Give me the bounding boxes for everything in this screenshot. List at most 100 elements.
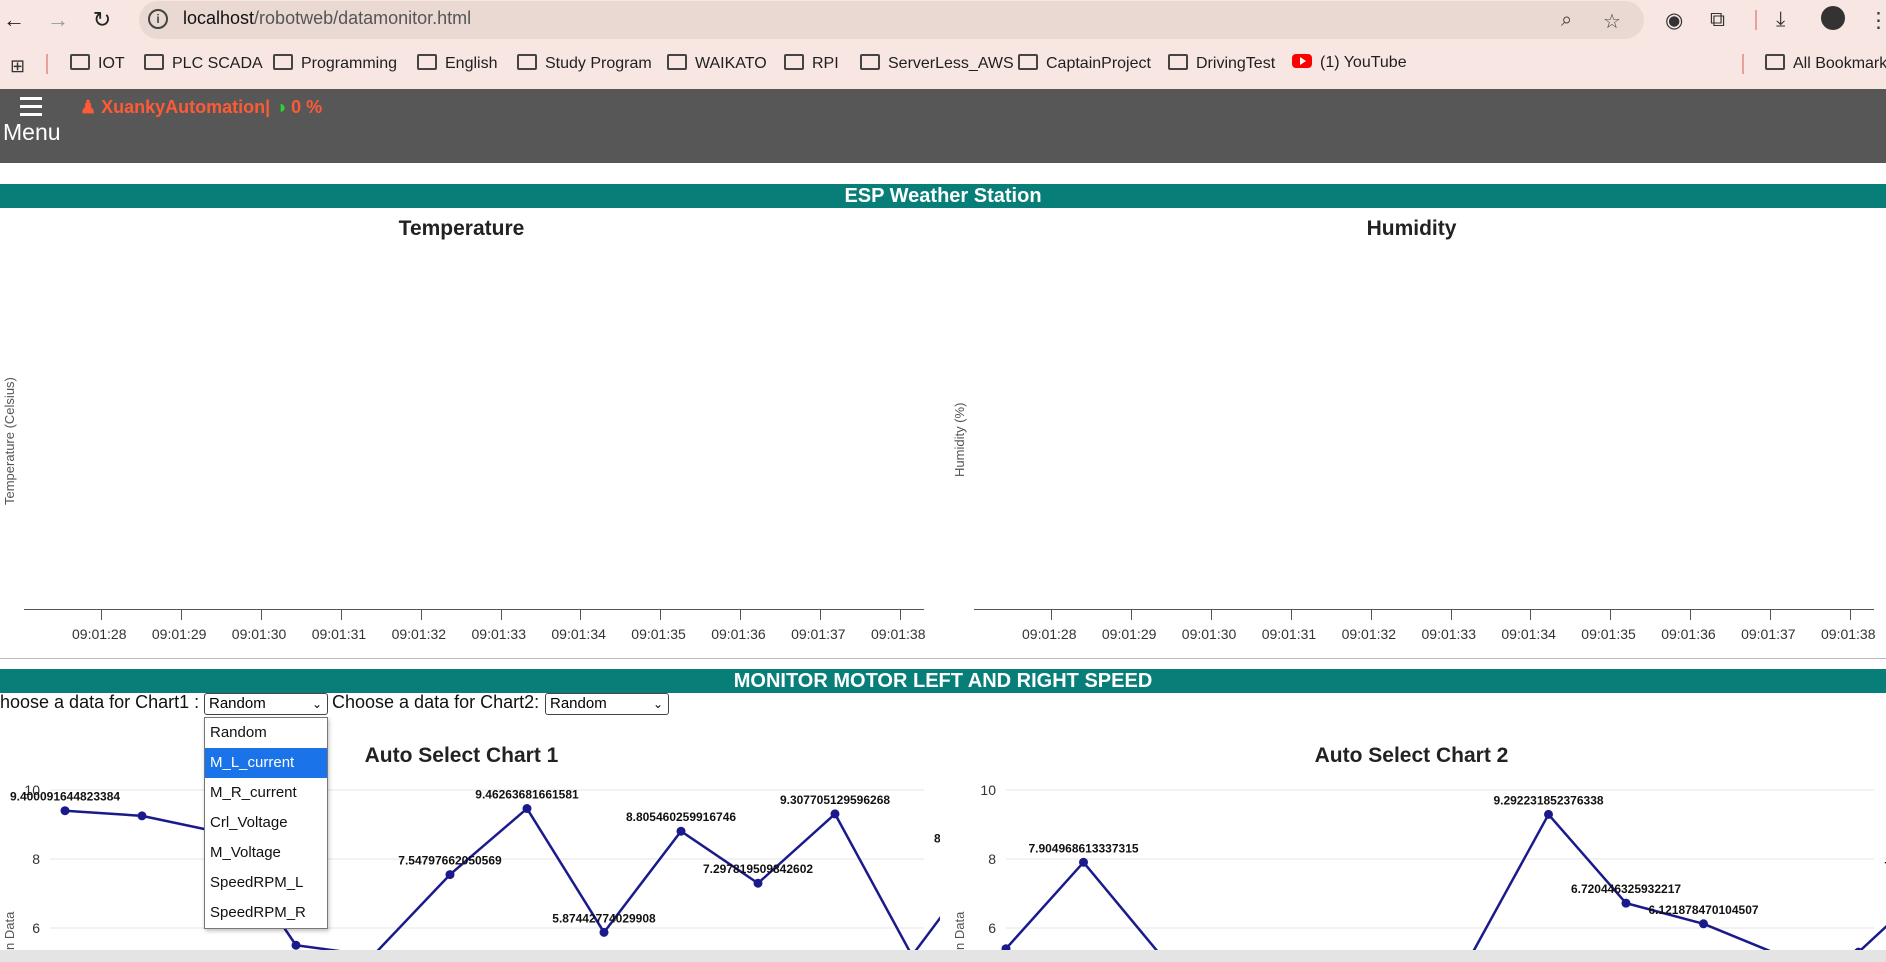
profile-avatar[interactable] xyxy=(1821,6,1845,30)
option-crl-voltage[interactable]: Crl_Voltage xyxy=(205,808,327,838)
humidity-tick-mark xyxy=(1290,610,1292,620)
temperature-tick-label: 09:01:28 xyxy=(72,626,127,642)
download-icon[interactable]: ⤓ xyxy=(1776,8,1785,32)
humidity-tick-label: 09:01:38 xyxy=(1821,626,1876,642)
data-label: 8.805460259916746 xyxy=(626,810,736,824)
chart1-select[interactable]: Random ⌄ xyxy=(204,693,328,715)
option-random[interactable]: Random xyxy=(205,718,327,748)
option-m-r-current[interactable]: M_R_current xyxy=(205,778,327,808)
more-menu-icon[interactable]: ⋮ xyxy=(1868,8,1886,33)
data-label: 5.87442774029908 xyxy=(552,911,656,925)
temperature-tick-mark xyxy=(500,610,502,620)
menu-label[interactable]: Menu xyxy=(3,119,61,146)
url-text[interactable]: localhost/robotweb/datamonitor.html xyxy=(183,8,471,29)
temperature-tick-label: 09:01:36 xyxy=(711,626,766,642)
humidity-tick-mark xyxy=(1770,610,1772,620)
data-label: 9.307705129596268 xyxy=(780,793,890,807)
bookmark-programming[interactable]: Programming xyxy=(273,54,397,76)
hamburger-icon[interactable] xyxy=(20,97,42,121)
humidity-tick-label: 09:01:28 xyxy=(1022,626,1077,642)
data-point xyxy=(60,806,70,816)
chart1-title: Auto Select Chart 1 xyxy=(364,744,559,767)
youtube-icon xyxy=(1292,54,1312,68)
chart2-plot: 10 8 6 7.904968613337315 9.292231852376338 6.… xyxy=(980,782,1886,955)
bookmark-waikato[interactable]: WAIKATO xyxy=(667,54,767,76)
zoom-icon[interactable]: ⌕ xyxy=(1561,9,1572,32)
bookmark-english[interactable]: English xyxy=(417,54,497,76)
humidity-tick-mark xyxy=(1130,610,1132,620)
temperature-tick-label: 09:01:37 xyxy=(791,626,846,642)
extensions-puzzle-icon[interactable]: ⧉ xyxy=(1710,8,1725,32)
y-tick-label: 6 xyxy=(988,920,996,936)
data-point xyxy=(1544,809,1553,819)
chart1-select-value: Random xyxy=(209,695,266,712)
folder-icon xyxy=(1018,54,1038,70)
chart1-select-label: hoose a data for Chart1 : xyxy=(0,692,200,712)
data-label: 6.121878470104507 xyxy=(1648,903,1758,917)
temperature-tick-label: 09:01:34 xyxy=(551,626,606,642)
folder-icon xyxy=(667,54,687,70)
all-bookmarks[interactable]: All Bookmarks xyxy=(1765,54,1886,76)
option-speedrpm-r[interactable]: SpeedRPM_R xyxy=(205,898,327,928)
humidity-tick-label: 09:01:33 xyxy=(1421,626,1477,642)
option-m-voltage[interactable]: M_Voltage xyxy=(205,838,327,868)
bookmarks-divider xyxy=(1742,54,1744,74)
site-info-icon[interactable]: i xyxy=(148,9,168,29)
series-segment xyxy=(1082,861,1162,955)
humidity-tick-mark xyxy=(1690,610,1692,620)
bookmark-study-program[interactable]: Study Program xyxy=(517,54,652,76)
apps-grid-icon[interactable]: ⊞ xyxy=(10,56,25,77)
humidity-tick-mark xyxy=(1530,610,1532,620)
temperature-tick-mark xyxy=(900,610,901,620)
data-point xyxy=(830,809,840,819)
humidity-tick-mark xyxy=(1850,610,1851,620)
brand: ♟ XuankyAutomation| ◑ 0 % xyxy=(80,97,322,118)
bookmark-star-icon[interactable]: ☆ xyxy=(1603,9,1621,34)
humidity-tick-label: 09:01:36 xyxy=(1661,626,1716,642)
series-segment xyxy=(1005,861,1085,950)
series-segment xyxy=(64,809,143,818)
temperature-tick-mark xyxy=(420,610,422,620)
folder-icon xyxy=(417,54,437,70)
temperature-tick-label: 09:01:29 xyxy=(151,626,207,642)
series-segment xyxy=(910,916,940,955)
horizontal-scrollbar[interactable] xyxy=(0,950,1886,962)
data-label: 7.297819509842602 xyxy=(703,862,813,876)
extension-icon[interactable]: ◉ xyxy=(1665,8,1683,33)
bookmark-plc-scada[interactable]: PLC SCADA xyxy=(144,54,263,76)
back-icon[interactable]: ← xyxy=(0,6,28,34)
bookmark-youtube[interactable]: (1) YouTube xyxy=(1292,54,1407,76)
data-label: 9.400091644823384 xyxy=(10,790,120,804)
humidity-chart-title: Humidity xyxy=(1366,217,1457,240)
data-label: 8.181357573523903 xyxy=(934,832,940,846)
folder-icon xyxy=(273,54,293,70)
section-divider xyxy=(0,658,1886,659)
temperature-tick-label: 09:01:38 xyxy=(871,626,926,642)
bookmark-serverless-aws[interactable]: ServerLess_AWS xyxy=(860,54,1014,76)
forward-icon[interactable]: → xyxy=(44,6,72,34)
bookmark-captainproject[interactable]: CaptainProject xyxy=(1018,54,1151,76)
option-speedrpm-l[interactable]: SpeedRPM_L xyxy=(205,868,327,898)
reload-icon[interactable]: ↻ xyxy=(88,6,116,34)
humidity-tick-label: 09:01:29 xyxy=(1101,626,1157,642)
temperature-chart-title: Temperature xyxy=(398,217,525,240)
temperature-tick-mark xyxy=(740,610,742,620)
chart2-select-label: Choose a data for Chart2: xyxy=(332,692,540,712)
humidity-tick-label: 09:01:30 xyxy=(1181,626,1237,642)
chart2-select[interactable]: Random ⌄ xyxy=(545,693,669,715)
y-tick-label: 8 xyxy=(988,851,996,867)
temperature-x-axis xyxy=(24,609,924,610)
bookmarks-bar: ⊞ IOT PLC SCADA Programming English Stud… xyxy=(0,40,1886,89)
folder-icon xyxy=(784,54,804,70)
option-m-l-current[interactable]: M_L_current xyxy=(205,748,327,778)
bookmark-drivingtest[interactable]: DrivingTest xyxy=(1168,54,1275,76)
data-label: 9.292231852376338 xyxy=(1493,793,1603,807)
humidity-y-label: Humidity (%) xyxy=(952,402,967,477)
bookmark-iot[interactable]: IOT xyxy=(70,54,125,76)
humidity-tick-label: 09:01:34 xyxy=(1501,626,1556,642)
temperature-y-label: Temperature (Celsius) xyxy=(2,377,17,505)
folder-icon xyxy=(517,54,537,70)
app-header: Menu ♟ XuankyAutomation| ◑ 0 % xyxy=(0,89,1886,163)
bookmark-rpi[interactable]: RPI xyxy=(784,54,839,76)
temperature-tick-label: 09:01:31 xyxy=(311,626,367,642)
